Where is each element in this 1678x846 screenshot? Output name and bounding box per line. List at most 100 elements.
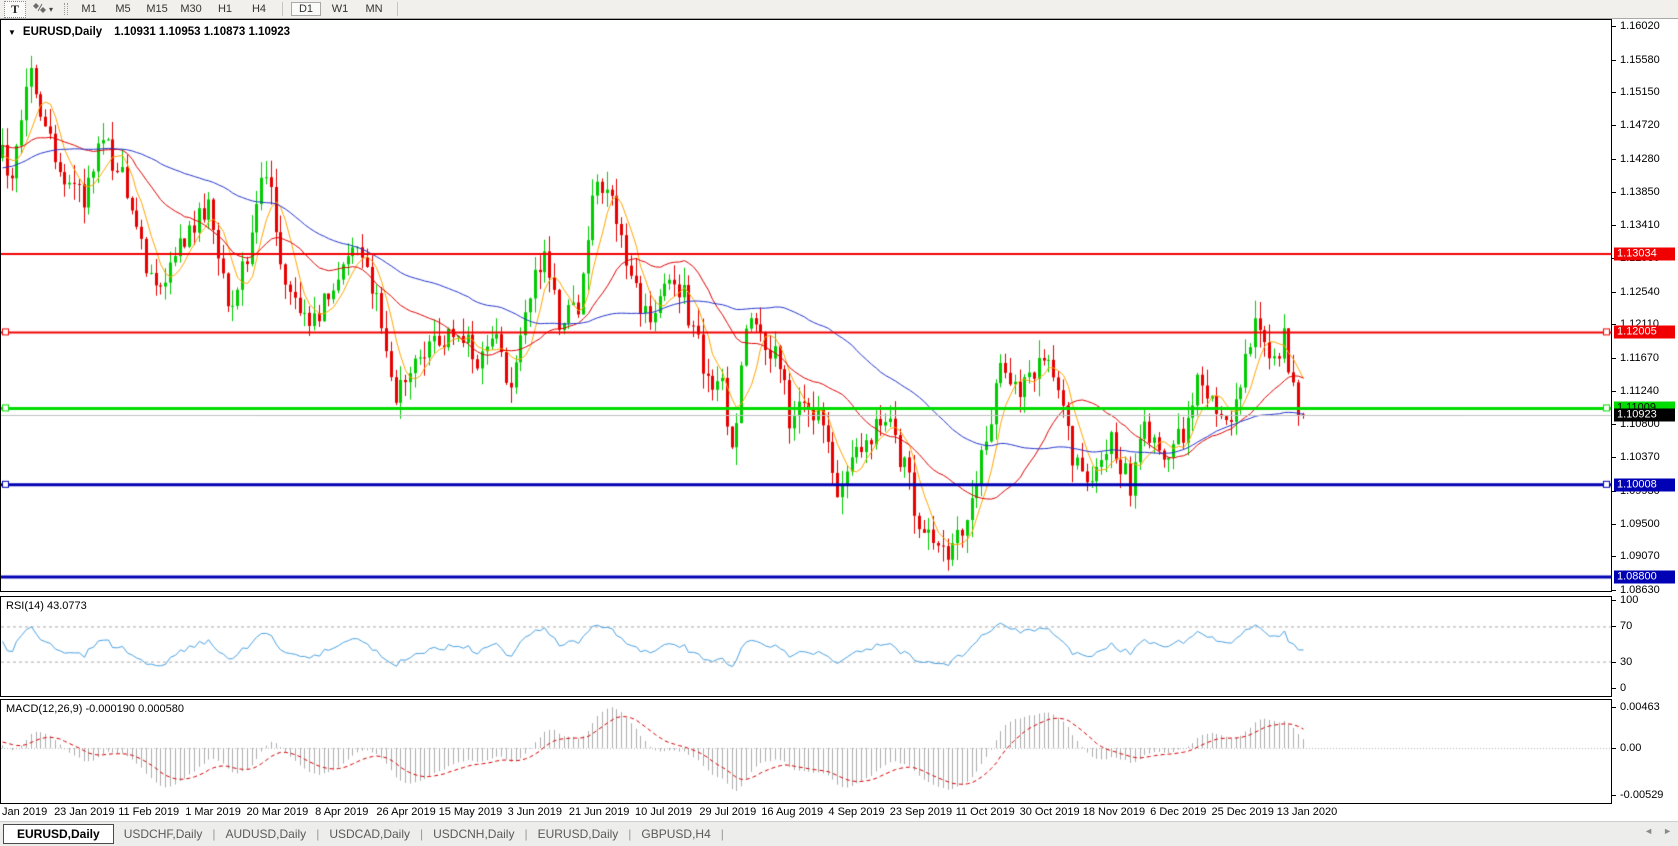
macd-canvas[interactable] — [1, 700, 1611, 803]
chart-tab-3-usdcad-daily[interactable]: USDCAD,Daily — [319, 825, 420, 843]
price-tick-label: 1.12540 — [1620, 286, 1660, 298]
chart-tab-5-eurusd-daily[interactable]: EURUSD,Daily — [528, 825, 629, 843]
chart-tab-4-usdcnh-daily[interactable]: USDCNH,Daily — [423, 825, 524, 843]
rsi-canvas[interactable] — [1, 597, 1611, 696]
top-toolbar: T ▾ M1 M5 M15 M30 H1 H4 D1 W1 MN — [0, 0, 1678, 19]
price-tick-label: 1.11670 — [1620, 352, 1659, 364]
price-tick-label: 1.14720 — [1620, 119, 1660, 131]
date-label: 6 Dec 2019 — [1150, 806, 1206, 818]
axis-tick-mark — [1612, 662, 1616, 663]
price-tick-label: 0.00463 — [1620, 701, 1660, 713]
axis-tick-mark — [1612, 192, 1616, 193]
price-chart-pane[interactable]: ▼ EURUSD,Daily 1.10931 1.10953 1.10873 1.1… — [0, 19, 1612, 592]
chart-symbol: EURUSD,Daily — [23, 26, 102, 38]
axis-tick-mark — [1612, 590, 1616, 591]
timeframe-button-m15[interactable]: M15 — [142, 2, 172, 16]
price-tick-label: 1.09500 — [1620, 518, 1660, 530]
axis-tick-mark — [1612, 424, 1616, 425]
text-tool-label: T — [11, 2, 19, 17]
date-label: 3 Jun 2019 — [508, 806, 562, 818]
date-label: 30 Oct 2019 — [1020, 806, 1080, 818]
collapse-triangle-icon: ▼ — [8, 28, 16, 37]
chevron-down-icon: ▾ — [49, 5, 53, 14]
price-tick-label: 1.14280 — [1620, 153, 1660, 165]
axis-tick-mark — [1612, 225, 1616, 226]
axis-tick-mark — [1612, 391, 1616, 392]
axis-tick-mark — [1612, 524, 1616, 525]
price-tick-label: 1.16020 — [1620, 20, 1660, 32]
price-tick-label: 0.00 — [1620, 742, 1641, 754]
date-label: 20 Mar 2019 — [247, 806, 309, 818]
timeframe-button-d1[interactable]: D1 — [291, 2, 321, 16]
axis-tick-mark — [1612, 707, 1616, 708]
date-label: 25 Dec 2019 — [1211, 806, 1273, 818]
price-tick-label: 70 — [1620, 620, 1632, 632]
axis-tick-mark — [1612, 795, 1616, 796]
arrange-windows-button[interactable]: ▾ — [30, 2, 56, 17]
price-tick-label: 1.13850 — [1620, 186, 1660, 198]
tab-scroll-left-icon[interactable]: ◄ — [1644, 826, 1653, 836]
price-tick-label: -0.00529 — [1620, 789, 1663, 801]
price-tick-label: 1.15150 — [1620, 86, 1660, 98]
text-tool-button[interactable]: T — [4, 1, 26, 18]
hline-price-label: 1.10008 — [1614, 478, 1675, 491]
hline-price-label: 1.12005 — [1614, 326, 1675, 339]
macd-indicator-pane[interactable]: MACD(12,26,9) -0.000190 0.000580 — [0, 699, 1612, 804]
axis-tick-mark — [1612, 748, 1616, 749]
axis-tick-mark — [1612, 26, 1616, 27]
date-label: 11 Feb 2019 — [118, 806, 179, 818]
macd-label: MACD(12,26,9) -0.000190 0.000580 — [6, 703, 184, 715]
price-tick-label: 1.10370 — [1620, 451, 1660, 463]
date-label: 4 Jan 2019 — [0, 806, 47, 818]
hline-price-label: 1.08800 — [1614, 571, 1675, 584]
date-label: 1 Mar 2019 — [185, 806, 241, 818]
date-label: 4 Sep 2019 — [828, 806, 884, 818]
date-label: 21 Jun 2019 — [569, 806, 630, 818]
timeframe-button-h1[interactable]: H1 — [210, 2, 240, 16]
price-tick-label: 1.13410 — [1620, 219, 1660, 231]
axis-tick-mark — [1612, 688, 1616, 689]
date-label: 11 Oct 2019 — [956, 806, 1015, 818]
chart-tab-2-audusd-daily[interactable]: AUDUSD,Daily — [216, 825, 317, 843]
current-price-label: 1.10923 — [1614, 408, 1675, 421]
chart-tab-6-gbpusd-h4[interactable]: GBPUSD,H4 — [631, 825, 720, 843]
axis-tick-mark — [1612, 600, 1616, 601]
date-label: 29 Jul 2019 — [699, 806, 756, 818]
axis-tick-mark — [1612, 626, 1616, 627]
axis-tick-mark — [1612, 457, 1616, 458]
date-label: 16 Aug 2019 — [761, 806, 823, 818]
date-label: 10 Jul 2019 — [635, 806, 692, 818]
timeframe-button-m30[interactable]: M30 — [176, 2, 206, 16]
price-tick-label: 1.09070 — [1620, 550, 1660, 562]
chart-tab-bar: EURUSD,DailyUSDCHF,Daily|AUDUSD,Daily|US… — [0, 821, 1678, 846]
price-axis[interactable]: 1.160201.155801.151501.147201.142801.138… — [1612, 19, 1678, 804]
date-label: 18 Nov 2019 — [1083, 806, 1145, 818]
timeframe-button-m5[interactable]: M5 — [108, 2, 138, 16]
timeframe-button-w1[interactable]: W1 — [325, 2, 355, 16]
price-tick-label: 0 — [1620, 682, 1626, 694]
date-axis: 4 Jan 201923 Jan 201911 Feb 20191 Mar 20… — [0, 804, 1612, 821]
price-tick-label: 30 — [1620, 656, 1632, 668]
axis-tick-mark — [1612, 292, 1616, 293]
axis-tick-mark — [1612, 556, 1616, 557]
date-label: 26 Apr 2019 — [376, 806, 435, 818]
axis-tick-mark — [1612, 358, 1616, 359]
rsi-indicator-pane[interactable]: RSI(14) 43.0773 — [0, 596, 1612, 697]
axis-tick-mark — [1612, 125, 1616, 126]
timeframe-button-mn[interactable]: MN — [359, 2, 389, 16]
axis-tick-mark — [1612, 60, 1616, 61]
date-label: 13 Jan 2020 — [1277, 806, 1338, 818]
timeframe-buttons: M1 M5 M15 M30 H1 H4 D1 W1 MN — [74, 2, 402, 16]
price-chart-canvas[interactable] — [1, 20, 1611, 591]
timeframe-button-m1[interactable]: M1 — [74, 2, 104, 16]
chart-tab-1-usdchf-daily[interactable]: USDCHF,Daily — [114, 825, 213, 843]
date-label: 8 Apr 2019 — [315, 806, 368, 818]
axis-tick-mark — [1612, 92, 1616, 93]
arrange-windows-icon — [33, 2, 47, 17]
timeframe-button-h4[interactable]: H4 — [244, 2, 274, 16]
chart-ohlc-values: 1.10931 1.10953 1.10873 1.10923 — [114, 26, 290, 38]
date-label: 15 May 2019 — [439, 806, 503, 818]
date-label: 23 Sep 2019 — [890, 806, 952, 818]
tab-scroll-right-icon[interactable]: ► — [1663, 826, 1672, 836]
chart-tab-0-eurusd-daily[interactable]: EURUSD,Daily — [3, 824, 114, 844]
